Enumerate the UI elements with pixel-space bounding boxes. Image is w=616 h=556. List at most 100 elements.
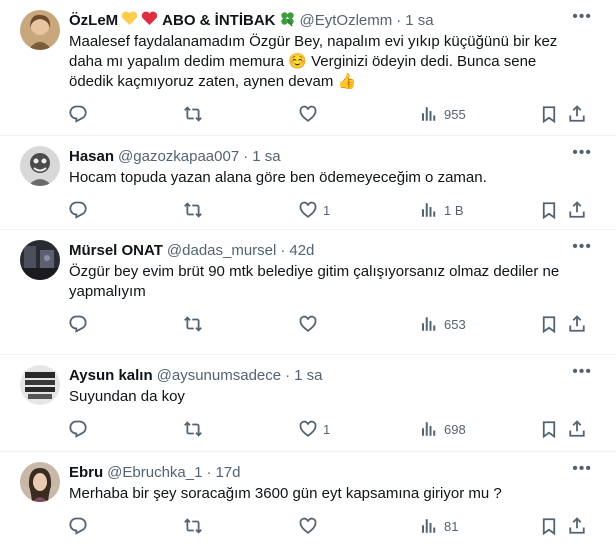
retweet-button[interactable] bbox=[184, 517, 202, 535]
more-icon[interactable]: ••• bbox=[572, 364, 592, 380]
views-button[interactable]: 1 B bbox=[420, 201, 464, 219]
reply-button[interactable] bbox=[69, 420, 87, 438]
reply-button[interactable] bbox=[69, 201, 87, 219]
avatar[interactable] bbox=[20, 462, 60, 502]
retweet-button[interactable] bbox=[184, 201, 202, 219]
more-icon[interactable]: ••• bbox=[572, 9, 592, 25]
retweet-icon bbox=[184, 420, 202, 438]
views-icon bbox=[420, 315, 438, 333]
tweet[interactable]: Aysun kalın @aysunumsadece · 1 sa ••• Su… bbox=[0, 355, 616, 452]
share-button[interactable] bbox=[568, 517, 586, 535]
avatar[interactable] bbox=[20, 10, 60, 50]
author-name-suffix[interactable]: ABO & İNTİBAK bbox=[162, 12, 275, 29]
views-icon bbox=[420, 517, 438, 535]
reply-feed: ÖzLeM ABO & İNTİBAK @EytOzlemm · 1 sa ••… bbox=[0, 0, 616, 556]
reply-icon bbox=[69, 315, 87, 333]
retweet-button[interactable] bbox=[184, 315, 202, 333]
like-icon bbox=[299, 105, 317, 123]
bookmark-button[interactable] bbox=[540, 420, 558, 438]
avatar[interactable] bbox=[20, 365, 60, 405]
retweet-button[interactable] bbox=[184, 420, 202, 438]
action-bar: 1 698 bbox=[69, 419, 600, 439]
share-icon bbox=[568, 315, 586, 333]
tweet-header: Aysun kalın @aysunumsadece · 1 sa bbox=[69, 365, 600, 385]
like-button[interactable] bbox=[299, 517, 323, 535]
like-icon bbox=[299, 315, 317, 333]
reply-button[interactable] bbox=[69, 315, 87, 333]
views-button[interactable]: 81 bbox=[420, 517, 458, 535]
reply-button[interactable] bbox=[69, 105, 87, 123]
like-button[interactable] bbox=[299, 315, 323, 333]
views-button[interactable]: 955 bbox=[420, 105, 466, 123]
bookmark-button[interactable] bbox=[540, 105, 558, 123]
share-icon bbox=[568, 105, 586, 123]
bookmark-icon bbox=[540, 517, 558, 535]
reply-icon bbox=[69, 517, 87, 535]
more-icon[interactable]: ••• bbox=[572, 239, 592, 255]
author-handle[interactable]: @dadas_mursel bbox=[167, 242, 276, 259]
views-icon bbox=[420, 420, 438, 438]
tweet[interactable]: Ebru @Ebruchka_1 · 17d ••• Merhaba bir ş… bbox=[0, 452, 616, 556]
bookmark-button[interactable] bbox=[540, 315, 558, 333]
tweet[interactable]: Hasan @gazozkapaa007 · 1 sa ••• Hocam to… bbox=[0, 136, 616, 230]
bookmark-icon bbox=[540, 105, 558, 123]
retweet-icon bbox=[184, 517, 202, 535]
reply-icon bbox=[69, 420, 87, 438]
views-button[interactable]: 698 bbox=[420, 420, 466, 438]
clover-icon bbox=[279, 10, 296, 31]
reply-icon bbox=[69, 201, 87, 219]
author-handle[interactable]: @gazozkapaa007 bbox=[118, 148, 239, 165]
more-icon[interactable]: ••• bbox=[572, 461, 592, 477]
avatar[interactable] bbox=[20, 146, 60, 186]
separator-dot: · bbox=[243, 147, 249, 165]
tweet-text: Özgür bey evim brüt 90 mtk belediye giti… bbox=[69, 263, 560, 300]
author-name[interactable]: Hasan bbox=[69, 148, 114, 165]
action-bar: 81 bbox=[69, 516, 600, 536]
tweet[interactable]: Mürsel ONAT @dadas_mursel · 42d ••• Özgü… bbox=[0, 230, 616, 355]
like-icon bbox=[299, 420, 317, 438]
action-bar: 955 bbox=[69, 104, 600, 124]
share-button[interactable] bbox=[568, 420, 586, 438]
tweet[interactable]: ÖzLeM ABO & İNTİBAK @EytOzlemm · 1 sa ••… bbox=[0, 0, 616, 136]
author-handle[interactable]: @EytOzlemm bbox=[300, 12, 393, 29]
tweet-text: Suyundan da koy bbox=[69, 388, 185, 405]
reply-button[interactable] bbox=[69, 517, 87, 535]
retweet-button[interactable] bbox=[184, 105, 202, 123]
bookmark-button[interactable] bbox=[540, 517, 558, 535]
views-button[interactable]: 653 bbox=[420, 315, 466, 333]
author-name[interactable]: ÖzLeM bbox=[69, 12, 118, 29]
author-handle[interactable]: @aysunumsadece bbox=[157, 367, 281, 384]
author-name[interactable]: Mürsel ONAT bbox=[69, 242, 163, 259]
like-count: 1 bbox=[323, 202, 331, 218]
bookmark-icon bbox=[540, 201, 558, 219]
avatar[interactable] bbox=[20, 240, 60, 280]
timestamp[interactable]: 17d bbox=[215, 464, 240, 481]
like-button[interactable]: 1 bbox=[299, 201, 330, 219]
separator-dot: · bbox=[206, 463, 212, 481]
share-button[interactable] bbox=[568, 105, 586, 123]
like-icon bbox=[299, 517, 317, 535]
separator-dot: · bbox=[280, 241, 286, 259]
timestamp[interactable]: 1 sa bbox=[405, 12, 433, 29]
author-name[interactable]: Ebru bbox=[69, 464, 103, 481]
bookmark-button[interactable] bbox=[540, 201, 558, 219]
tweet-header: Hasan @gazozkapaa007 · 1 sa bbox=[69, 146, 600, 166]
timestamp[interactable]: 42d bbox=[289, 242, 314, 259]
retweet-icon bbox=[184, 315, 202, 333]
share-button[interactable] bbox=[568, 315, 586, 333]
action-bar: 653 bbox=[69, 314, 600, 334]
author-handle[interactable]: @Ebruchka_1 bbox=[107, 464, 202, 481]
tweet-text: Maalesef faydalanamadım Özgür Bey, napal… bbox=[69, 33, 558, 90]
bookmark-icon bbox=[540, 315, 558, 333]
like-button[interactable]: 1 bbox=[299, 420, 330, 438]
more-icon[interactable]: ••• bbox=[572, 145, 592, 161]
retweet-icon bbox=[184, 105, 202, 123]
timestamp[interactable]: 1 sa bbox=[294, 367, 322, 384]
like-button[interactable] bbox=[299, 105, 323, 123]
separator-dot: · bbox=[285, 366, 291, 384]
reply-icon bbox=[69, 105, 87, 123]
view-count: 698 bbox=[444, 421, 466, 437]
share-button[interactable] bbox=[568, 201, 586, 219]
author-name[interactable]: Aysun kalın bbox=[69, 367, 153, 384]
timestamp[interactable]: 1 sa bbox=[252, 148, 280, 165]
